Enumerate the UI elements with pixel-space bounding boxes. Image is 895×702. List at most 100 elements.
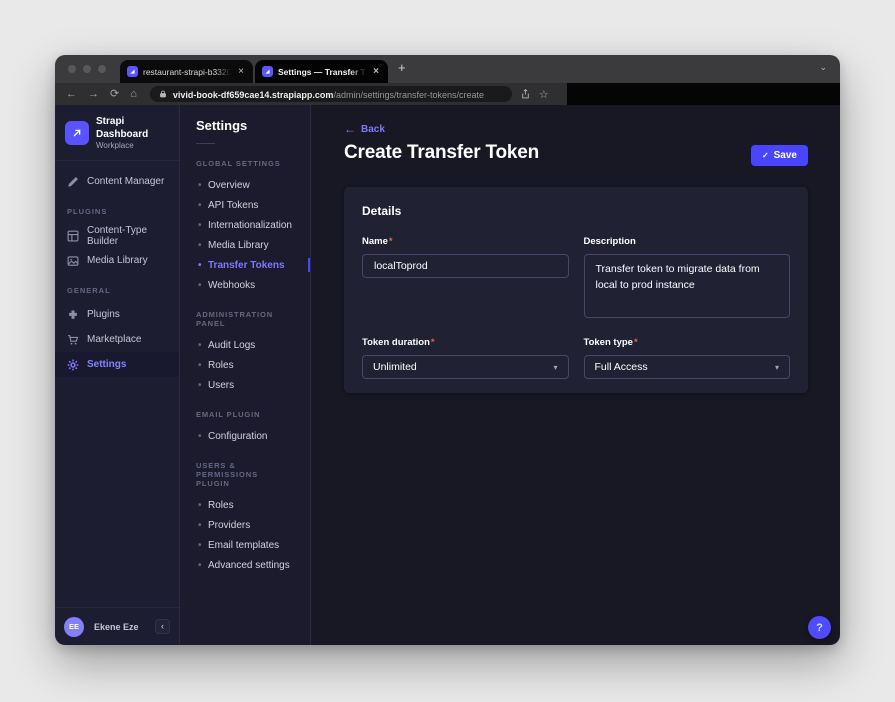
required-mark: * [431, 337, 435, 348]
subnav-section-users-permissions-plugin: USERS & PERMISSIONS PLUGIN Roles Provide… [180, 459, 310, 575]
bookmark-star-icon[interactable]: ☆ [539, 88, 549, 101]
sidebar-item-content-type-builder[interactable]: Content-Type Builder [55, 223, 179, 248]
strapi-logo-icon [65, 121, 89, 145]
subnav-section-administration-panel: ADMINISTRATION PANEL Audit Logs Roles Us… [180, 308, 310, 395]
browser-tab-restaurant[interactable]: restaurant-strapi-b3320b1811 × [120, 60, 253, 83]
address-bar[interactable]: vivid-book-df659cae14.strapiapp.com/admi… [150, 86, 512, 102]
main-nav-sidebar: Strapi Dashboard Workplace Content Manag… [55, 105, 180, 645]
subnav-item-providers[interactable]: Providers [180, 515, 310, 535]
name-label: Name* [362, 236, 393, 247]
avatar[interactable]: EE [64, 617, 84, 637]
strapi-favicon-icon [127, 66, 138, 77]
required-mark: * [389, 236, 393, 247]
page-header: ← Back Create Transfer Token ✓ Save [311, 105, 840, 166]
puzzle-icon [67, 309, 79, 321]
sidebar-item-label: Content Manager [87, 176, 164, 187]
browser-window: restaurant-strapi-b3320b1811 × Settings … [55, 55, 840, 645]
new-tab-button[interactable]: + [390, 60, 410, 78]
collapse-sidebar-button[interactable]: ‹ [155, 619, 170, 634]
refresh-button[interactable]: ⟳ [110, 89, 119, 100]
subnav-item-api-tokens[interactable]: API Tokens [180, 195, 310, 215]
traffic-lights [55, 55, 120, 83]
sidebar-section-plugins: PLUGINS [55, 194, 179, 223]
gear-icon [67, 359, 79, 371]
subnav-section-global-settings: GLOBAL SETTINGS Overview API Tokens Inte… [180, 157, 310, 295]
sidebar-item-marketplace[interactable]: Marketplace [55, 327, 179, 352]
arrow-left-icon: ← [344, 123, 356, 135]
name-input[interactable] [362, 254, 569, 278]
browser-toolbar: ← → ⟳ ⌂ vivid-book-df659cae14.strapiapp.… [55, 83, 840, 105]
description-label: Description [584, 236, 636, 247]
user-name: Ekene Eze [94, 622, 139, 632]
token-type-field-group: Token type* Full Access ▾ [584, 332, 791, 379]
main-nav-list: Content Manager PLUGINS Content-Type Bui… [55, 161, 179, 377]
layout-icon [67, 230, 79, 242]
chevron-down-icon: ▾ [775, 363, 779, 372]
subnav-item-roles[interactable]: Roles [180, 355, 310, 375]
back-button[interactable]: ← [66, 89, 77, 100]
main-content: ← Back Create Transfer Token ✓ Save Deta… [311, 105, 840, 645]
home-button[interactable]: ⌂ [130, 89, 137, 100]
divider [196, 143, 215, 144]
minimize-window-button[interactable] [83, 65, 91, 73]
forward-button[interactable]: → [88, 89, 99, 100]
card-heading: Details [362, 204, 790, 218]
workspace-subtitle: Workplace [96, 141, 169, 150]
required-mark: * [634, 337, 638, 348]
chevron-down-icon[interactable]: ⌄ [819, 62, 840, 77]
tab-label: restaurant-strapi-b3320b1811 [143, 67, 231, 77]
lock-icon [159, 90, 167, 98]
subnav-item-advanced-settings[interactable]: Advanced settings [180, 555, 310, 575]
tab-close-icon[interactable]: × [371, 66, 381, 77]
cart-icon [67, 334, 79, 346]
tab-close-icon[interactable]: × [236, 66, 246, 77]
subnav-title: Settings [180, 118, 310, 133]
subnav-item-email-templates[interactable]: Email templates [180, 535, 310, 555]
tab-label: Settings — Transfer Tokens [278, 67, 366, 77]
help-button[interactable]: ? [808, 616, 831, 639]
name-field-group: Name* [362, 231, 569, 278]
sidebar-item-content-manager[interactable]: Content Manager [55, 169, 179, 194]
token-type-label: Token type* [584, 337, 638, 348]
sidebar-item-media-library[interactable]: Media Library [55, 248, 179, 273]
chevron-down-icon: ▾ [553, 363, 557, 372]
details-card: Details Name* Description [344, 187, 808, 393]
zoom-window-button[interactable] [98, 65, 106, 73]
close-window-button[interactable] [68, 65, 76, 73]
workspace-brand[interactable]: Strapi Dashboard Workplace [55, 105, 179, 160]
token-type-value: Full Access [595, 361, 648, 373]
sidebar-item-label: Plugins [87, 309, 120, 320]
user-row: EE Ekene Eze ‹ [55, 607, 179, 645]
subnav-section-label: ADMINISTRATION PANEL [180, 308, 310, 335]
sidebar-item-plugins[interactable]: Plugins [55, 302, 179, 327]
browser-tab-settings[interactable]: Settings — Transfer Tokens × [255, 60, 388, 83]
save-button[interactable]: ✓ Save [751, 145, 808, 166]
subnav-section-label: USERS & PERMISSIONS PLUGIN [180, 459, 310, 495]
sidebar-item-label: Media Library [87, 255, 148, 266]
check-icon: ✓ [762, 151, 769, 160]
subnav-item-webhooks[interactable]: Webhooks [180, 275, 310, 295]
sidebar-item-label: Marketplace [87, 334, 141, 345]
subnav-item-audit-logs[interactable]: Audit Logs [180, 335, 310, 355]
subnav-section-email-plugin: EMAIL PLUGIN Configuration [180, 408, 310, 446]
sidebar-item-label: Settings [87, 359, 126, 370]
token-type-select[interactable]: Full Access ▾ [584, 355, 791, 379]
subnav-item-configuration[interactable]: Configuration [180, 426, 310, 446]
subnav-item-overview[interactable]: Overview [180, 175, 310, 195]
subnav-item-internationalization[interactable]: Internationalization [180, 215, 310, 235]
url-path: /admin/settings/transfer-tokens/create [333, 90, 484, 100]
description-textarea[interactable]: Transfer token to migrate data from loca… [584, 254, 791, 318]
subnav-item-transfer-tokens[interactable]: Transfer Tokens [180, 255, 310, 275]
back-link[interactable]: ← Back [344, 123, 385, 135]
token-duration-label: Token duration* [362, 337, 435, 348]
browser-toolbar-controls: ← → ⟳ ⌂ vivid-book-df659cae14.strapiapp.… [55, 83, 567, 105]
token-duration-field-group: Token duration* Unlimited ▾ [362, 332, 569, 379]
back-link-label: Back [361, 124, 385, 135]
subnav-item-users[interactable]: Users [180, 375, 310, 395]
subnav-item-media-library[interactable]: Media Library [180, 235, 310, 255]
token-duration-select[interactable]: Unlimited ▾ [362, 355, 569, 379]
sidebar-item-settings[interactable]: Settings [55, 352, 179, 377]
pen-icon [67, 176, 79, 188]
share-icon[interactable] [521, 89, 530, 99]
subnav-item-up-roles[interactable]: Roles [180, 495, 310, 515]
